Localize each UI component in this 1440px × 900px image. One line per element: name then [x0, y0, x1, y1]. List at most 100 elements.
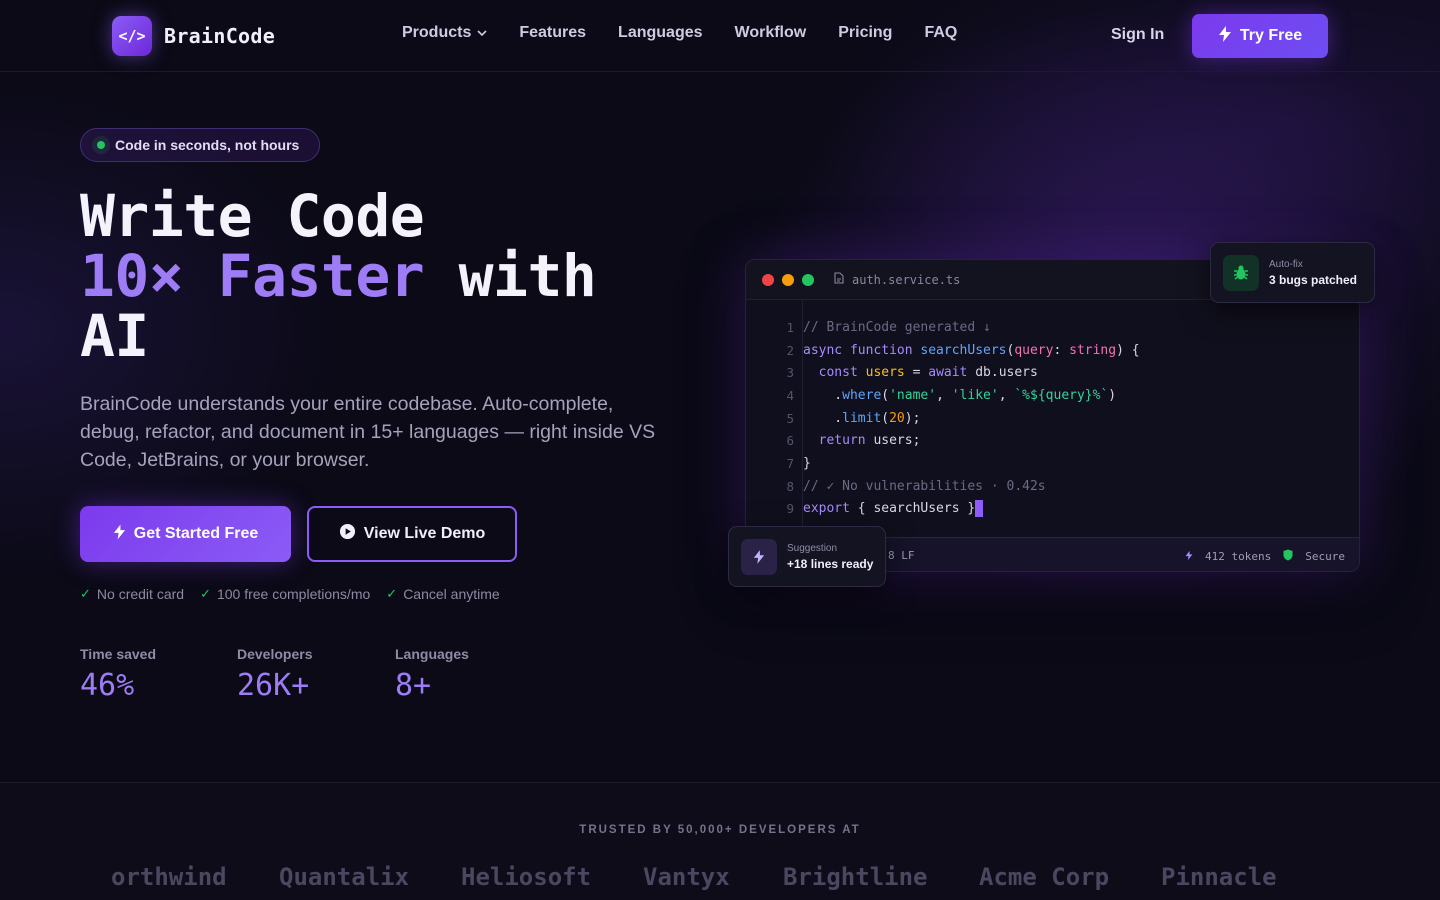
line-number: 8 [786, 478, 794, 494]
brand-logo-item: Quantalix [279, 863, 410, 891]
brand-logo-item: Pinnacle [1161, 863, 1277, 891]
shield-icon [1283, 549, 1293, 564]
benefit-checks: ✓ No credit card ✓ 100 free completions/… [80, 586, 500, 602]
brand-logo-item: Brightline [783, 863, 928, 891]
hero-subtitle: BrainCode understands your entire codeba… [80, 393, 656, 471]
code-content: .limit(20); [803, 410, 921, 426]
code-content: // ✓ No vulnerabilities · 0.42s [803, 478, 1046, 494]
get-started-button[interactable]: Get Started Free [80, 506, 291, 562]
nav-link-faq[interactable]: FAQ [924, 24, 957, 42]
hero-title-accent: 10× Faster [80, 242, 425, 310]
code-line: 3 const users = await db.users [746, 361, 1359, 384]
stat-label: Developers [237, 646, 313, 662]
status-line-ending: 8 LF [888, 549, 915, 562]
nav-link-pricing[interactable]: Pricing [838, 24, 892, 42]
text-cursor [975, 500, 984, 518]
stat-value: 8+ [395, 668, 432, 703]
line-number: 3 [786, 365, 794, 381]
line-number: 5 [786, 410, 794, 426]
code-block: 1 // BrainCode generated ↓ 2 async functio… [746, 316, 1359, 543]
nav-link-label: Products [402, 24, 472, 41]
brand-logo-item: orthwind [111, 863, 227, 891]
top-nav: </> BrainCode Products Features Language… [0, 0, 1440, 72]
hero-stats: Time saved 46% Developers 26K+ Languages… [80, 646, 552, 703]
code-line: 9 export { searchUsers } [746, 498, 1359, 521]
check-label: No credit card [96, 586, 185, 602]
chevron-down-icon [477, 28, 487, 39]
suggestion-value: +18 lines ready [787, 556, 874, 571]
code-line: 8 // ✓ No vulnerabilities · 0.42s [746, 475, 1359, 498]
line-number: 6 [786, 433, 794, 449]
nav-link-features[interactable]: Features [519, 24, 586, 42]
stat-developers: Developers 26K+ [237, 646, 395, 703]
code-content: export { searchUsers } [794, 500, 984, 518]
get-started-label: Get Started Free [133, 525, 259, 542]
suggestion-label: Suggestion [787, 542, 838, 554]
hero-title-rest: with [424, 242, 597, 310]
check-item: ✓ Cancel anytime [386, 586, 499, 602]
hero-title: Write Code 10× Faster with AI [80, 186, 700, 366]
play-circle-icon [339, 523, 356, 545]
brand-name: BrainCode [164, 24, 276, 48]
brand-logo-item: Heliosoft [461, 863, 592, 891]
check-icon: ✓ [80, 586, 91, 601]
code-line: 6 return users; [746, 429, 1359, 452]
autofix-label: Auto-fix [1269, 258, 1303, 270]
line-number: 1 [786, 319, 794, 335]
lightning-icon [1218, 25, 1232, 47]
nav-links: Products Features Languages Workflow Pri… [402, 24, 957, 42]
editor-filename: auth.service.ts [852, 272, 961, 287]
stat-label: Languages [395, 646, 469, 662]
lightning-icon [1185, 550, 1193, 564]
status-dot-icon [97, 141, 105, 149]
line-number: 9 [786, 501, 794, 517]
code-line: 2 async function searchUsers(query: strin… [746, 339, 1359, 362]
hero-title-line3: AI [80, 302, 149, 370]
hero-badge: Code in seconds, not hours [80, 128, 320, 162]
stat-languages: Languages 8+ [395, 646, 552, 703]
code-content: const users = await db.users [818, 365, 1038, 381]
suggestion-card: Suggestion +18 lines ready [728, 526, 886, 587]
nav-link-products[interactable]: Products [402, 24, 487, 42]
code-content: return users; [818, 433, 921, 449]
check-icon: ✓ [200, 586, 211, 601]
code-brackets-icon: </> [112, 16, 152, 56]
badge-text: Code in seconds, not hours [115, 137, 300, 153]
line-number: 7 [786, 455, 794, 471]
close-dot-icon [762, 273, 774, 286]
code-content: // BrainCode generated ↓ [803, 319, 991, 335]
trusted-heading: TRUSTED BY 50,000+ DEVELOPERS AT [579, 824, 861, 836]
code-line: 4 .where('name', 'like', `%${query}%`) [746, 384, 1359, 407]
check-item: ✓ No credit card [80, 586, 184, 602]
try-free-button[interactable]: Try Free [1192, 14, 1328, 58]
bug-icon [1223, 254, 1259, 291]
code-line: 5 .limit(20); [746, 407, 1359, 430]
view-demo-button[interactable]: View Live Demo [307, 506, 517, 562]
maximize-dot-icon [802, 273, 814, 286]
stat-time-saved: Time saved 46% [80, 646, 237, 703]
brand-logo[interactable]: </> BrainCode [112, 16, 275, 56]
line-number: 4 [786, 387, 794, 403]
hero-title-line1: Write Code [80, 182, 425, 250]
code-content: async function searchUsers(query: string… [803, 342, 1140, 358]
file-icon [834, 272, 844, 287]
autofix-value: 3 bugs patched [1269, 272, 1358, 287]
status-right: 412 tokens Secure [1185, 549, 1345, 564]
sign-in-link[interactable]: Sign In [1111, 26, 1164, 44]
stat-value: 46% [80, 668, 135, 703]
code-content: } [803, 455, 811, 471]
nav-link-workflow[interactable]: Workflow [735, 24, 807, 42]
trusted-logos: orthwind Quantalix Heliosoft Vantyx Brig… [0, 863, 1440, 893]
lightning-icon [113, 524, 126, 545]
check-icon: ✓ [386, 586, 398, 601]
try-free-label: Try Free [1239, 27, 1303, 44]
brand-logo-item: Vantyx [643, 863, 730, 891]
line-number: 2 [786, 342, 794, 358]
stat-value: 26K+ [237, 668, 310, 703]
brand-logo-item: Acme Corp [979, 863, 1110, 891]
view-demo-label: View Live Demo [363, 525, 486, 542]
code-line: 7} [746, 452, 1359, 475]
nav-link-languages[interactable]: Languages [618, 24, 702, 42]
token-count: 412 tokens [1205, 550, 1272, 563]
stat-label: Time saved [80, 646, 157, 662]
